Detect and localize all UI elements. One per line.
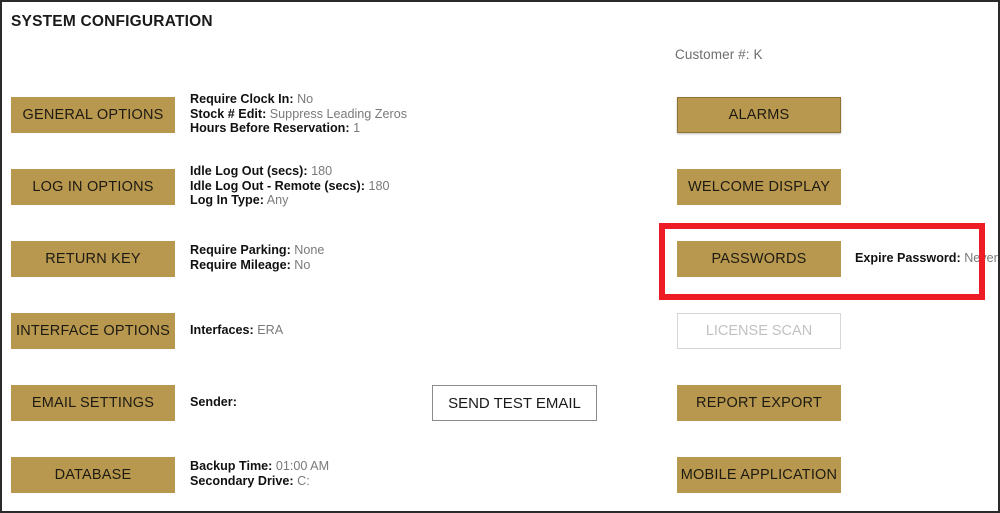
detail-label: Secondary Drive:: [190, 473, 294, 488]
detail-block: Require Clock In: No Stock # Edit: Suppre…: [190, 92, 407, 136]
detail-label: Require Parking:: [190, 243, 291, 258]
alarms-button[interactable]: ALARMS: [677, 97, 841, 133]
general-options-button[interactable]: GENERAL OPTIONS: [11, 97, 175, 133]
detail-row: Idle Log Out - Remote (secs): 180: [190, 179, 389, 194]
detail-label: Require Mileage:: [190, 257, 291, 272]
detail-row: Log In Type: Any: [190, 193, 389, 208]
detail-value: Never: [964, 250, 998, 265]
report-export-button[interactable]: REPORT EXPORT: [677, 385, 841, 421]
detail-value: No: [297, 92, 314, 107]
detail-block: Idle Log Out (secs): 180 Idle Log Out - R…: [190, 164, 389, 208]
detail-row: Stock # Edit: Suppress Leading Zeros: [190, 107, 407, 122]
detail-value: 01:00 AM: [275, 459, 330, 474]
detail-row: Hours Before Reservation: 1: [190, 121, 407, 136]
detail-block: Expire Password: Never: [855, 251, 998, 266]
interface-options-button[interactable]: INTERFACE OPTIONS: [11, 313, 175, 349]
email-settings-button[interactable]: EMAIL SETTINGS: [11, 385, 175, 421]
detail-row: Secondary Drive: C:: [190, 474, 329, 489]
detail-label: Backup Time:: [190, 459, 273, 474]
detail-value: ERA: [257, 322, 284, 337]
detail-label: Idle Log Out (secs):: [190, 164, 308, 179]
page-title: SYSTEM CONFIGURATION: [11, 13, 213, 30]
detail-label: Require Clock In:: [190, 92, 294, 107]
detail-value: Suppress Leading Zeros: [269, 106, 407, 121]
detail-label: Interfaces:: [190, 322, 254, 337]
detail-value: Any: [266, 193, 289, 208]
log-in-options-button[interactable]: LOG IN OPTIONS: [11, 169, 175, 205]
detail-label: Sender:: [190, 394, 237, 409]
detail-row: Require Clock In: No: [190, 92, 407, 107]
detail-row: Idle Log Out (secs): 180: [190, 164, 389, 179]
detail-row: Require Parking: None: [190, 243, 324, 258]
detail-row: Interfaces: ERA: [190, 323, 283, 338]
detail-value: 180: [368, 178, 390, 193]
detail-block: Interfaces: ERA: [190, 323, 283, 338]
system-configuration-window: SYSTEM CONFIGURATION Customer #: K GENER…: [0, 0, 1000, 513]
detail-value: 1: [353, 121, 361, 136]
detail-label: Expire Password:: [855, 250, 961, 265]
customer-number-label: Customer #: K: [675, 47, 763, 62]
detail-value: C:: [297, 473, 310, 488]
detail-label: Hours Before Reservation:: [190, 121, 350, 136]
detail-block: Sender:: [190, 395, 237, 410]
send-test-email-button[interactable]: SEND TEST EMAIL: [432, 385, 597, 421]
license-scan-button: LICENSE SCAN: [677, 313, 841, 349]
detail-value: 180: [311, 164, 333, 179]
detail-row: Sender:: [190, 395, 237, 410]
detail-value: None: [294, 243, 325, 258]
mobile-application-button[interactable]: MOBILE APPLICATION: [677, 457, 841, 493]
passwords-button[interactable]: PASSWORDS: [677, 241, 841, 277]
return-key-button[interactable]: RETURN KEY: [11, 241, 175, 277]
detail-label: Stock # Edit:: [190, 106, 267, 121]
detail-value: No: [294, 257, 311, 272]
welcome-display-button[interactable]: WELCOME DISPLAY: [677, 169, 841, 205]
detail-block: Require Parking: None Require Mileage: No: [190, 243, 324, 272]
detail-block: Backup Time: 01:00 AM Secondary Drive: C:: [190, 459, 329, 488]
detail-label: Log In Type:: [190, 193, 264, 208]
detail-row: Backup Time: 01:00 AM: [190, 459, 329, 474]
database-button[interactable]: DATABASE: [11, 457, 175, 493]
detail-row: Require Mileage: No: [190, 258, 324, 273]
detail-row: Expire Password: Never: [855, 251, 998, 266]
detail-label: Idle Log Out - Remote (secs):: [190, 178, 365, 193]
